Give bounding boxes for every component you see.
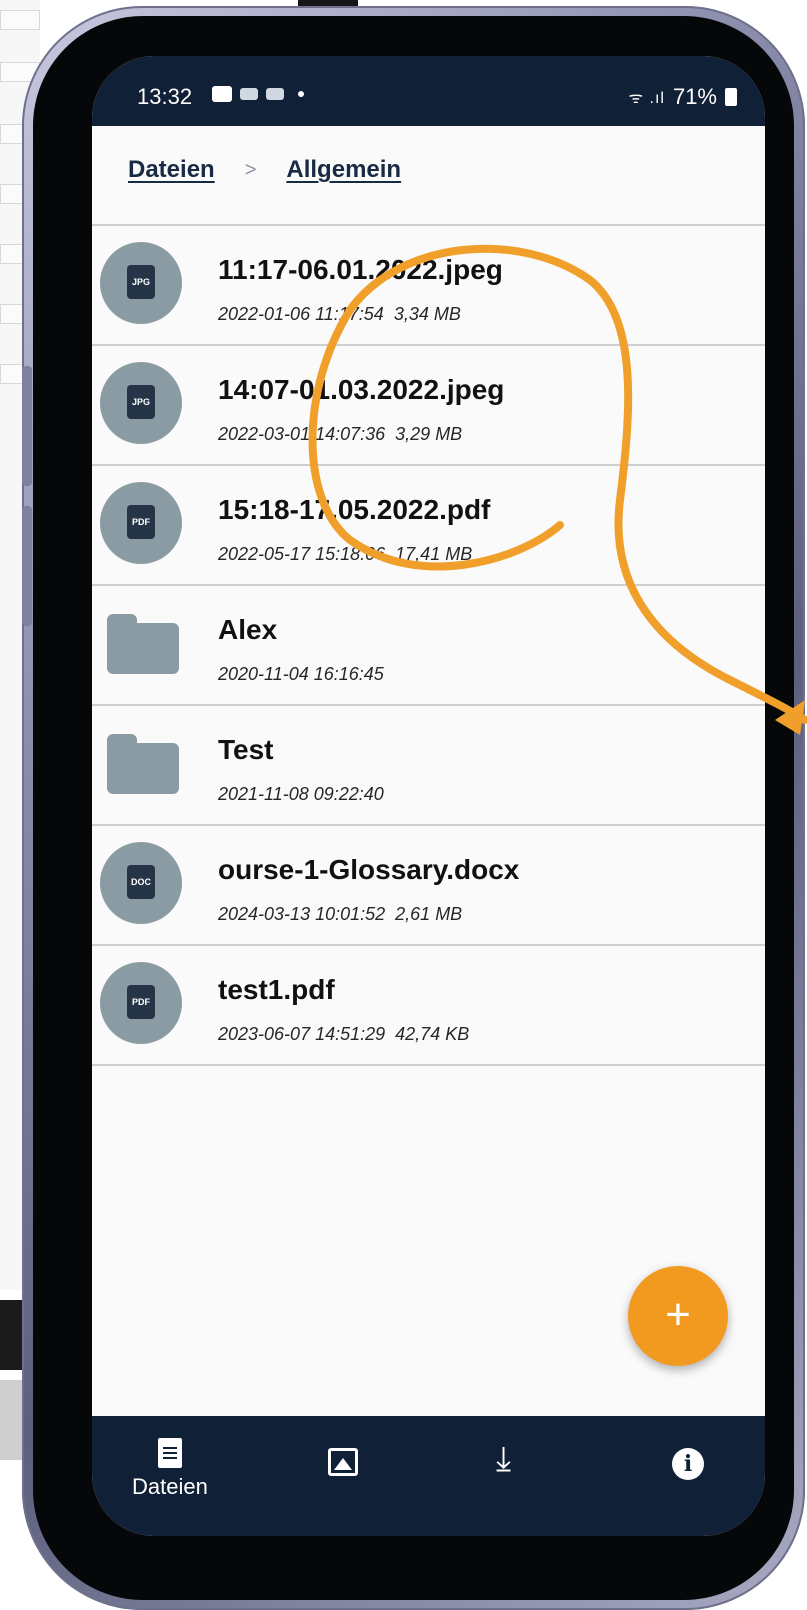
sim-icon (266, 88, 284, 100)
folder-icon (107, 734, 179, 794)
folder-name: Test (218, 734, 274, 765)
file-type-badge: JPG (127, 265, 155, 299)
bottom-nav: Dateien ⤓ i (92, 1416, 765, 1536)
power-button (22, 506, 32, 626)
folder-icon (107, 614, 179, 674)
doc-file-icon: DOC (100, 842, 182, 924)
file-meta: 2021-11-08 09:22:40 (218, 784, 384, 805)
background-cell (0, 10, 40, 30)
file-date: 2022-01-06 11:17:54 (218, 304, 384, 324)
file-size: 2,61 MB (395, 904, 463, 924)
file-row[interactable]: PDF 15:18-17.05.2022.pdf 2022-05-17 15:1… (92, 466, 765, 586)
file-size: 3,34 MB (393, 304, 461, 324)
file-size: 17,41 MB (395, 544, 473, 564)
signal-icon: ᯤ .ıl (628, 90, 665, 107)
nav-label: Dateien (132, 1474, 208, 1499)
folder-row[interactable]: Test 2021-11-08 09:22:40 (92, 706, 765, 826)
jpg-file-icon: JPG (100, 362, 182, 444)
jpg-file-icon: JPG (100, 242, 182, 324)
file-meta: 2022-03-01 14:07:36 3,29 MB (218, 424, 462, 445)
breadcrumb: Dateien > Allgemein (128, 156, 401, 184)
file-size: 42,74 KB (395, 1024, 470, 1044)
file-row[interactable]: PDF test1.pdf 2023-06-07 14:51:29 42,74 K… (92, 946, 765, 1066)
status-bar: 13:32 ᯤ .ıl 71% (92, 56, 765, 126)
breadcrumb-allgemein[interactable]: Allgemein (286, 156, 401, 184)
phone-frame: 13:32 ᯤ .ıl 71% Dateien > Allgemein JPG (22, 6, 805, 1610)
phone-screen: 13:32 ᯤ .ıl 71% Dateien > Allgemein JPG (92, 56, 765, 1536)
add-button[interactable]: + (628, 1266, 728, 1366)
file-name: test1.pdf (218, 974, 335, 1005)
sim-icon (240, 88, 258, 100)
battery-level: 71% (672, 84, 717, 109)
info-icon: i (672, 1448, 704, 1480)
breadcrumb-separator: > (244, 158, 257, 181)
document-icon (157, 1438, 182, 1468)
file-list: JPG 11:17-06.01.2022.jpeg 2022-01-06 11:… (92, 224, 765, 1066)
file-row[interactable]: JPG 14:07-01.03.2022.jpeg 2022-03-01 14:… (92, 346, 765, 466)
file-date: 2023-06-07 14:51:29 (218, 1024, 386, 1044)
battery-icon (725, 88, 737, 106)
file-meta: 2022-01-06 11:17:54 3,34 MB (218, 304, 461, 325)
breadcrumb-dateien[interactable]: Dateien (128, 156, 215, 184)
file-date: 2021-11-08 09:22:40 (218, 784, 384, 804)
file-size: 3,29 MB (395, 424, 463, 444)
pdf-file-icon: PDF (100, 962, 182, 1044)
file-meta: 2023-06-07 14:51:29 42,74 KB (218, 1024, 469, 1045)
file-meta: 2022-05-17 15:18:06 17,41 MB (218, 544, 472, 565)
file-type-badge: PDF (127, 505, 155, 539)
folder-row[interactable]: Alex 2020-11-04 16:16:45 (92, 586, 765, 706)
gallery-notification-icon (212, 86, 232, 102)
download-icon: ⤓ (496, 1440, 512, 1478)
volume-button (22, 366, 32, 486)
nav-item-info[interactable]: i (672, 1448, 704, 1480)
nav-item-gallery[interactable] (328, 1448, 358, 1476)
nav-item-dateien[interactable]: Dateien (132, 1438, 208, 1500)
notification-icons (212, 86, 304, 102)
gallery-icon (328, 1448, 358, 1476)
file-date: 2024-03-13 10:01:52 (218, 904, 386, 924)
status-right: ᯤ .ıl 71% (628, 84, 737, 110)
file-type-badge: JPG (127, 385, 155, 419)
file-type-badge: PDF (127, 985, 155, 1019)
file-meta: 2024-03-13 10:01:52 2,61 MB (218, 904, 462, 925)
file-date: 2020-11-04 16:16:45 (218, 664, 384, 684)
nav-item-downloads[interactable]: ⤓ (496, 1440, 512, 1478)
more-notifications-dot (298, 91, 304, 97)
file-row[interactable]: JPG 11:17-06.01.2022.jpeg 2022-01-06 11:… (92, 226, 765, 346)
file-name: 14:07-01.03.2022.jpeg (218, 374, 505, 405)
pdf-file-icon: PDF (100, 482, 182, 564)
file-row[interactable]: DOC ourse-1-Glossary.docx 2024-03-13 10:… (92, 826, 765, 946)
file-meta: 2020-11-04 16:16:45 (218, 664, 384, 685)
file-date: 2022-03-01 14:07:36 (218, 424, 386, 444)
status-time: 13:32 (137, 84, 193, 109)
file-date: 2022-05-17 15:18:06 (218, 544, 386, 564)
file-type-badge: DOC (127, 865, 155, 899)
file-name: 11:17-06.01.2022.jpeg (218, 254, 503, 285)
file-name: ourse-1-Glossary.docx (218, 854, 520, 885)
folder-name: Alex (218, 614, 278, 645)
file-name: 15:18-17.05.2022.pdf (218, 494, 491, 525)
